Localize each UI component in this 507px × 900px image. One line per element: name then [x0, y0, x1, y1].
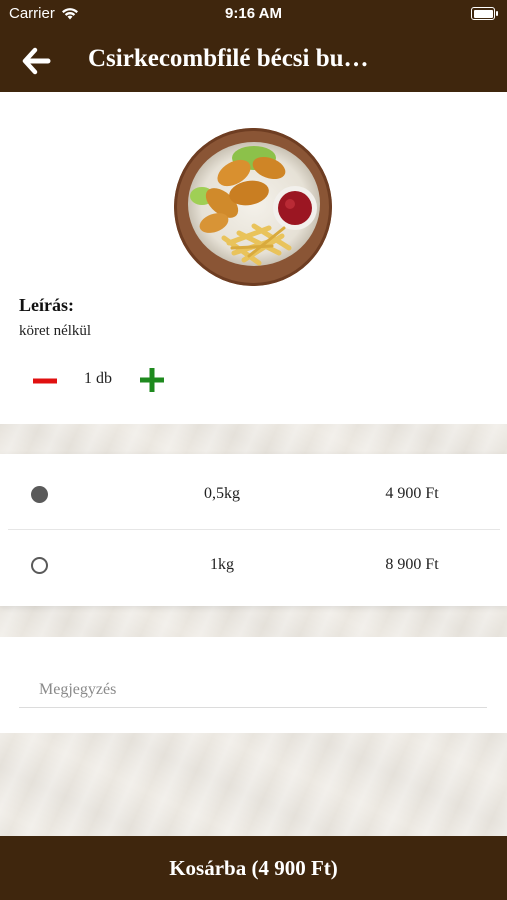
navigation-bar: Csirkecombfilé bécsi bu… [0, 28, 507, 92]
options-card: 0,5kg 4 900 Ft 1kg 8 900 Ft [0, 454, 507, 606]
description-label: Leírás: [19, 295, 74, 315]
status-bar: Carrier 9:16 AM [0, 0, 507, 28]
radio-unselected-icon[interactable] [31, 557, 48, 574]
note-input[interactable] [19, 672, 487, 708]
page-title: Csirkecombfilé bécsi bu… [88, 45, 369, 72]
option-price: 4 900 Ft [385, 485, 439, 502]
battery-icon [471, 7, 498, 20]
option-size: 0,5kg [204, 485, 240, 502]
option-row-2[interactable]: 1kg 8 900 Ft [0, 530, 507, 602]
status-time: 9:16 AM [225, 5, 282, 22]
note-card [0, 637, 507, 733]
plus-icon[interactable] [138, 366, 166, 394]
add-to-cart-button[interactable]: Kosárba (4 900 Ft) [0, 836, 507, 900]
product-card: Leírás: köret nélkül 1 db [0, 92, 507, 424]
minus-icon[interactable] [32, 368, 58, 394]
option-row-1[interactable]: 0,5kg 4 900 Ft [0, 458, 507, 530]
radio-selected-icon[interactable] [31, 486, 48, 503]
option-price: 8 900 Ft [385, 556, 439, 573]
quantity-text: 1 db [84, 370, 112, 387]
back-arrow-icon[interactable] [22, 46, 52, 76]
add-to-cart-label: Kosárba (4 900 Ft) [169, 856, 338, 880]
option-size: 1kg [210, 556, 234, 573]
description-text: köret nélkül [19, 323, 92, 339]
product-image [174, 128, 332, 286]
